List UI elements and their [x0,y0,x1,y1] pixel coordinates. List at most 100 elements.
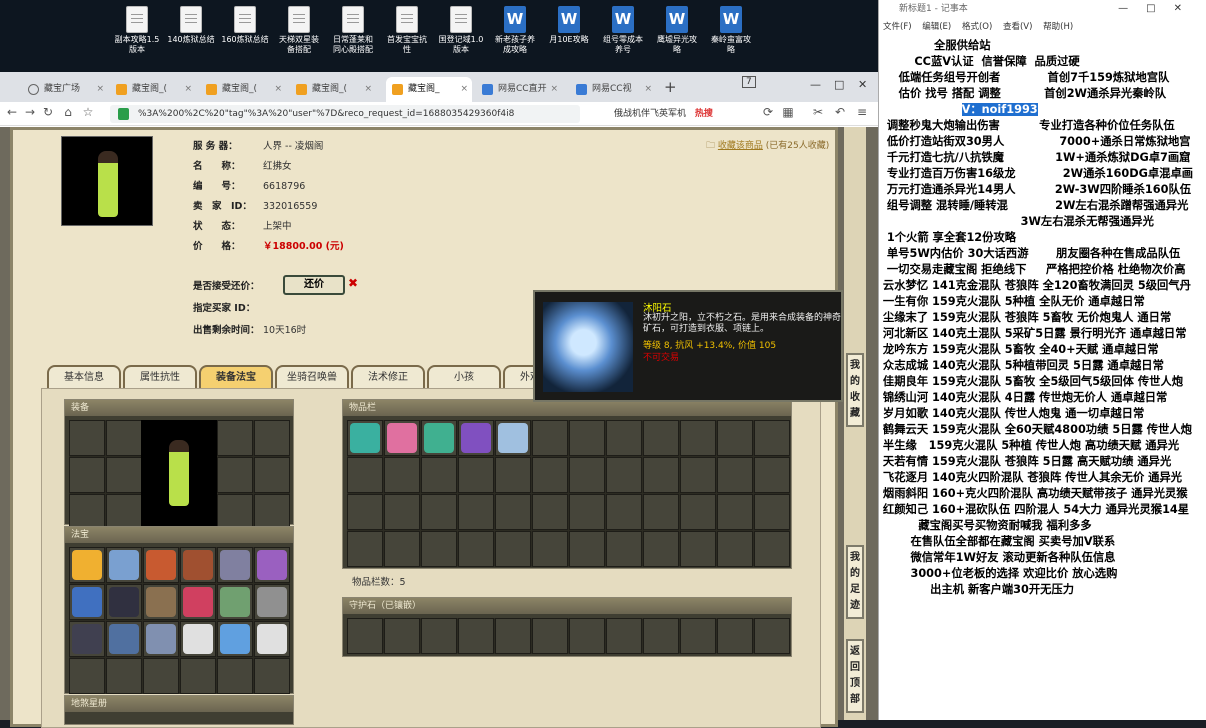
desktop-icon[interactable]: 160炼狱总结 [218,6,272,45]
window-controls[interactable]: —□✕ [1118,0,1200,18]
tab-5[interactable]: 小孩 [427,365,501,390]
grid-slot[interactable] [254,494,290,530]
close-tab-icon[interactable]: × [184,77,192,102]
grid-slot[interactable] [69,420,105,456]
search-box[interactable]: 俄战机伴飞英军机 热搜 [600,105,750,123]
grid-slot[interactable] [495,494,531,530]
grid-slot[interactable] [421,494,457,530]
grid-slot[interactable] [106,420,142,456]
browser-tab[interactable]: 藏宝阁_(× [290,77,376,102]
grid-slot[interactable] [254,547,290,583]
grid-slot[interactable] [69,494,105,530]
home-icon[interactable]: ⌂ [60,105,76,119]
side-button-2[interactable]: 返回顶部 [846,639,864,713]
menu-icon[interactable]: ≡ [854,105,870,119]
browser-tab[interactable]: 藏宝阁_(× [200,77,286,102]
desktop-icon[interactable]: W 月10E攻略 [542,6,596,45]
back-icon[interactable]: ← [4,105,20,119]
grid-slot[interactable] [717,531,753,567]
browser-tab[interactable]: 网易CC视 × [570,77,656,102]
browser-tab[interactable]: 藏宝广场 × [22,77,108,102]
close-tab-icon[interactable]: × [460,77,468,102]
grid-slot[interactable] [254,420,290,456]
close-tab-icon[interactable]: × [364,77,372,102]
notepad-menu-item[interactable]: 文件(F) [883,22,922,32]
grid-slot[interactable] [143,584,179,620]
grid-slot[interactable] [106,621,142,657]
grid-slot[interactable] [606,494,642,530]
grid-slot[interactable] [217,621,253,657]
grid-slot[interactable] [217,547,253,583]
forward-icon[interactable]: → [22,105,38,119]
grid-slot[interactable] [421,420,457,456]
grid-slot[interactable] [717,494,753,530]
tab-3[interactable]: 坐骑召唤兽 [275,365,349,390]
grid-slot[interactable] [680,420,716,456]
address-bar[interactable]: %3A%200%2C%20"tag"%3A%20"user"%7D&reco_r… [110,105,580,123]
grid-slot[interactable] [347,494,383,530]
grid-slot[interactable] [458,531,494,567]
grid-slot[interactable] [180,547,216,583]
grid-slot[interactable] [217,658,253,694]
grid-slot[interactable] [495,618,531,654]
notepad-menu-item[interactable]: 格式(O) [962,22,1003,32]
grid-slot[interactable] [495,457,531,493]
grid-slot[interactable] [217,494,253,530]
grid-slot[interactable] [717,420,753,456]
grid-slot[interactable] [384,618,420,654]
grid-slot[interactable] [458,494,494,530]
grid-slot[interactable] [680,457,716,493]
grid-slot[interactable] [643,618,679,654]
grid-slot[interactable] [347,531,383,567]
grid-slot[interactable] [143,658,179,694]
grid-slot[interactable] [717,618,753,654]
grid-slot[interactable] [606,531,642,567]
desktop-icon[interactable]: W 秦岭蛮富攻 略 [704,6,758,55]
grid-slot[interactable] [106,658,142,694]
grid-slot[interactable] [180,621,216,657]
grid-slot[interactable] [69,457,105,493]
grid-slot[interactable] [254,584,290,620]
tab-count-badge[interactable]: 7 [742,76,756,88]
close-tab-icon[interactable]: × [96,77,104,102]
grid-slot[interactable] [495,420,531,456]
grid-slot[interactable] [347,457,383,493]
grid-slot[interactable] [606,457,642,493]
notepad-menu-item[interactable]: 查看(V) [1003,22,1043,32]
tab-2[interactable]: 装备法宝 [199,365,273,390]
grid-slot[interactable] [180,658,216,694]
grid-slot[interactable] [680,618,716,654]
side-button-0[interactable]: 我的收藏 [846,353,864,427]
grid-slot[interactable] [384,457,420,493]
grid-slot[interactable] [143,621,179,657]
grid-slot[interactable] [569,618,605,654]
reload-icon[interactable]: ↻ [40,105,56,119]
close-window-icon[interactable]: ✕ [858,78,867,91]
grid-slot[interactable] [421,457,457,493]
grid-slot[interactable] [217,420,253,456]
maximize-icon[interactable]: □ [834,78,844,91]
grid-slot[interactable] [643,457,679,493]
browser-tab[interactable]: 藏宝阁_(× [110,77,196,102]
browser-tab[interactable]: 网易CC直开 × [476,77,562,102]
grid-slot[interactable] [643,420,679,456]
grid-slot[interactable] [217,457,253,493]
new-tab-button[interactable]: + [664,78,677,96]
grid-slot[interactable] [458,420,494,456]
desktop-icon[interactable]: 副本攻略1.5 版本 [110,6,164,55]
grid-slot[interactable] [680,531,716,567]
grid-slot[interactable] [254,621,290,657]
grid-slot[interactable] [532,457,568,493]
grid-slot[interactable] [606,420,642,456]
grid-slot[interactable] [754,618,790,654]
grid-slot[interactable] [569,531,605,567]
close-tab-icon[interactable]: × [644,77,652,102]
desktop-icon[interactable]: 140炼狱总结 [164,6,218,45]
grid-icon[interactable]: ▦ [780,105,796,119]
notepad-text[interactable]: 全服供给站 CC蓝V认证 信誉保障 品质过硬 低端任务组号开创者 首创7千159… [879,38,1206,720]
desktop-icon[interactable]: 日常蓬莱和 同心殿搭配 [326,6,380,55]
desktop-icon[interactable]: 国登记域1.0 版本 [434,6,488,55]
tab-4[interactable]: 法术修正 [351,365,425,390]
haggle-button[interactable]: 还价 [283,275,345,295]
grid-slot[interactable] [421,618,457,654]
